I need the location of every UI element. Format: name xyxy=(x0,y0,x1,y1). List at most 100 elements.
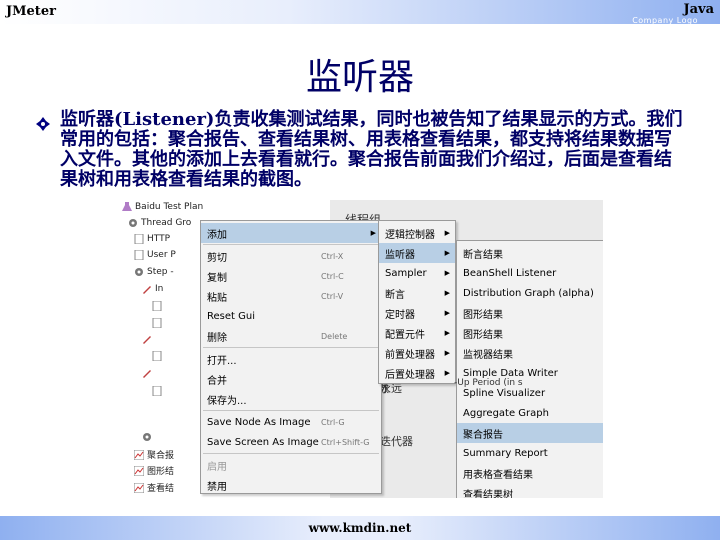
add-submenu-item[interactable]: 逻辑控制器 ▶ xyxy=(379,223,455,243)
submenu-arrow-icon: ▶ xyxy=(444,309,450,317)
menu-separator xyxy=(203,347,379,348)
doc-icon xyxy=(152,317,162,329)
tree-node-label: Baidu Test Plan xyxy=(135,202,204,212)
tree-node-label: HTTP xyxy=(147,234,171,244)
listener-menu-item[interactable]: 查看结果树 xyxy=(457,483,603,499)
menu-shortcut: Ctrl+Shift-G xyxy=(321,437,370,447)
listener-menu-item[interactable]: 用表格查看结果 xyxy=(457,463,603,483)
listener-menu-item[interactable]: 断言结果 xyxy=(457,243,603,263)
tree-node[interactable]: 查看结 xyxy=(133,481,175,494)
submenu-arrow-icon: ▶ xyxy=(444,289,450,297)
panel-rampup-label: -Up Period (in s xyxy=(454,378,523,388)
menu-item-label: Aggregate Graph xyxy=(463,407,549,419)
submenu-arrow-icon: ▶ xyxy=(444,229,450,237)
menu-item-label: Spline Visualizer xyxy=(463,387,546,399)
company-logo-text: Company Logo xyxy=(632,16,698,25)
doc-icon xyxy=(152,385,162,397)
menu-item-label: 逻辑控制器 xyxy=(385,229,435,241)
gear-icon xyxy=(134,267,144,277)
context-menu-item[interactable]: 剪切 Ctrl-X xyxy=(201,246,381,266)
listener-menu-item[interactable]: 图形结果 xyxy=(457,323,603,343)
pencil-icon xyxy=(142,334,152,344)
add-submenu-item[interactable]: 断言 ▶ xyxy=(379,283,455,303)
menu-item-label: Save Screen As Image xyxy=(207,436,319,448)
gear-icon xyxy=(142,432,152,442)
menu-item-label: 保存为... xyxy=(207,395,247,407)
tree-node[interactable] xyxy=(152,350,165,362)
listener-menu-item[interactable]: 聚合报告 xyxy=(457,423,603,443)
listener-menu-item[interactable]: 监视器结果 xyxy=(457,343,603,363)
menu-item-label: 监视器结果 xyxy=(463,349,513,361)
add-submenu-item[interactable]: 后置处理器 ▶ xyxy=(379,363,455,383)
context-menu-item[interactable]: Save Screen As Image Ctrl+Shift-G xyxy=(201,432,381,452)
context-menu: 添加 ▶ 剪切 Ctrl-X 复制 Ctrl-C 粘贴 Ctrl-V Reset Gui 删除 De… xyxy=(200,220,382,494)
flask-icon xyxy=(122,202,132,212)
add-submenu-item[interactable]: 前置处理器 ▶ xyxy=(379,343,455,363)
context-menu-item[interactable]: 打开... xyxy=(201,349,381,369)
tree-node[interactable]: Thread Gro xyxy=(128,218,191,228)
tree-node[interactable]: HTTP xyxy=(134,233,171,245)
menu-item-label: 复制 xyxy=(207,272,227,284)
tree-node[interactable]: 图形结 xyxy=(133,464,174,477)
header-bar xyxy=(0,0,720,24)
add-submenu-item[interactable]: 监听器 ▶ xyxy=(379,243,455,263)
context-menu-item[interactable]: Save Node As Image Ctrl-G xyxy=(201,412,381,432)
menu-item-label: 定时器 xyxy=(385,309,415,321)
gear-icon xyxy=(128,218,138,228)
tree-node[interactable]: In xyxy=(142,284,163,294)
menu-item-label: 断言 xyxy=(385,289,405,301)
submenu-arrow-icon: ▶ xyxy=(444,269,450,277)
add-submenu-item[interactable]: 定时器 ▶ xyxy=(379,303,455,323)
context-menu-item[interactable]: 删除 Delete xyxy=(201,326,381,346)
listener-menu-item[interactable]: 图形结果 xyxy=(457,303,603,323)
tree-node-label: 聚合报 xyxy=(147,451,175,461)
menu-item-label: 配置元件 xyxy=(385,329,425,341)
context-menu-item[interactable]: 复制 Ctrl-C xyxy=(201,266,381,286)
tree-node[interactable]: Step - xyxy=(134,267,174,277)
context-menu-item[interactable]: 启用 xyxy=(201,455,381,475)
jmeter-screenshot: Baidu Test Plan Thread Gro HTTP User P Step … xyxy=(112,200,603,498)
doc-icon xyxy=(134,233,144,245)
tree-node[interactable]: 聚合报 xyxy=(133,448,175,461)
tree-node[interactable] xyxy=(152,317,165,329)
chart-icon xyxy=(133,449,145,460)
context-menu-item[interactable]: 合并 xyxy=(201,369,381,389)
pencil-icon xyxy=(142,368,152,378)
menu-item-label: 合并 xyxy=(207,375,227,387)
menu-item-label: 用表格查看结果 xyxy=(463,469,533,481)
menu-item-label: Distribution Graph (alpha) xyxy=(463,287,594,299)
tree-node-label: Thread Gro xyxy=(141,218,192,228)
submenu-arrow-icon: ▶ xyxy=(370,229,376,237)
tree-node[interactable]: User P xyxy=(134,249,176,261)
menu-item-label: 粘贴 xyxy=(207,292,227,304)
submenu-arrow-icon: ▶ xyxy=(444,249,450,257)
context-menu-item[interactable]: 保存为... xyxy=(201,389,381,409)
tree-node-label: 查看结 xyxy=(147,484,175,494)
tree-node[interactable] xyxy=(142,334,155,344)
context-menu-item[interactable]: 添加 ▶ xyxy=(201,223,381,243)
context-menu-item[interactable]: 禁用 xyxy=(201,475,381,495)
footer-url: www.kmdin.net xyxy=(308,521,412,535)
tree-node[interactable] xyxy=(142,368,155,378)
tree-node[interactable] xyxy=(142,432,155,442)
header-right-text: Java xyxy=(683,2,714,17)
menu-item-label: Sampler xyxy=(385,267,427,279)
menu-item-label: Reset Gui xyxy=(207,310,255,322)
context-menu-item[interactable]: Reset Gui xyxy=(201,306,381,326)
menu-item-label: 剪切 xyxy=(207,252,227,264)
add-submenu-item[interactable]: 配置元件 ▶ xyxy=(379,323,455,343)
tree-node[interactable]: Baidu Test Plan xyxy=(122,202,203,212)
chart-icon xyxy=(133,465,145,476)
add-submenu-item[interactable]: Sampler ▶ xyxy=(379,263,455,283)
tree-node[interactable] xyxy=(152,300,165,312)
tree-node[interactable] xyxy=(152,385,165,397)
menu-item-label: 启用 xyxy=(207,461,227,473)
menu-item-label: Summary Report xyxy=(463,447,548,459)
listener-menu-item[interactable]: BeanShell Listener xyxy=(457,263,603,283)
submenu-arrow-icon: ▶ xyxy=(444,349,450,357)
context-menu-item[interactable]: 粘贴 Ctrl-V xyxy=(201,286,381,306)
listener-menu-item[interactable]: Aggregate Graph xyxy=(457,403,603,423)
listener-menu-item[interactable]: Summary Report xyxy=(457,443,603,463)
menu-item-label: Simple Data Writer xyxy=(463,367,558,379)
listener-menu-item[interactable]: Distribution Graph (alpha) xyxy=(457,283,603,303)
